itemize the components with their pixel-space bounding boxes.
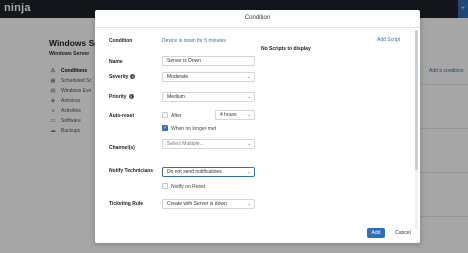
add-button[interactable]: Add (367, 228, 385, 238)
modal-title: Condition (95, 10, 420, 28)
chevron-down-icon: ⌄ (246, 169, 251, 175)
cancel-button[interactable]: Cancel (392, 228, 414, 238)
severity-value: Moderate (167, 74, 189, 80)
channels-multiselect[interactable]: Select Multiple... ⌄ (162, 139, 255, 149)
modal-scrollbar[interactable] (415, 30, 418, 230)
priority-select[interactable]: Medium ⌄ (162, 92, 255, 102)
ticketing-rule-select[interactable]: Create with Server is down ⌄ (162, 199, 255, 209)
add-script-link[interactable]: Add Script (377, 37, 400, 43)
notify-on-reset-label: Notify on Reset (171, 184, 206, 190)
severity-label-text: Severity (109, 74, 129, 80)
when-no-longer-met-checkbox[interactable]: ✓ (162, 125, 168, 131)
priority-label-text: Priority (109, 94, 127, 100)
check-icon: ✓ (163, 125, 168, 131)
ticketing-value: Create with Server is down (167, 201, 227, 207)
channels-label: Channel(s) (109, 145, 135, 151)
notify-technicians-label: Notify Technicians (109, 168, 154, 174)
channels-placeholder: Select Multiple... (167, 141, 204, 147)
condition-value-link[interactable]: Device is down for 5 minutes (162, 38, 226, 44)
after-checkbox[interactable] (162, 112, 168, 118)
when-no-longer-met-label: When no longer met (171, 126, 217, 132)
modal-footer: Add Cancel (95, 225, 420, 243)
name-label: Name (109, 59, 123, 65)
ticketing-rule-label: Ticketing Rule (109, 201, 144, 207)
auto-reset-hours-select[interactable]: 4 hours ⌄ (215, 110, 255, 120)
notify-on-reset-checkbox[interactable] (162, 183, 168, 189)
info-icon[interactable]: i (130, 74, 136, 79)
condition-modal: Condition Condition Device is down for 5… (95, 10, 420, 243)
after-label: After (171, 113, 182, 119)
name-value: Server is Down (167, 58, 201, 64)
chevron-down-icon: ⌄ (246, 112, 251, 118)
notify-technicians-select[interactable]: Do not send notifications ⌄ (162, 167, 255, 177)
chevron-down-icon: ⌄ (246, 201, 251, 207)
name-input[interactable]: Server is Down (162, 56, 255, 66)
condition-label: Condition (109, 38, 133, 44)
chevron-down-icon: ⌄ (246, 94, 251, 100)
priority-label: Priority i (109, 94, 134, 101)
chevron-down-icon: ⌄ (246, 74, 251, 80)
no-scripts-message: No Scripts to display (261, 46, 311, 52)
hours-value: 4 hours (220, 112, 237, 118)
severity-label: Severity i (109, 74, 136, 81)
info-icon[interactable]: i (128, 94, 134, 99)
notify-value: Do not send notifications (167, 169, 222, 175)
priority-value: Medium (167, 94, 185, 100)
severity-select[interactable]: Moderate ⌄ (162, 72, 255, 82)
chevron-down-icon: ⌄ (246, 141, 251, 147)
auto-reset-label: Auto-reset (109, 113, 135, 119)
scrollbar-thumb[interactable] (415, 30, 418, 170)
